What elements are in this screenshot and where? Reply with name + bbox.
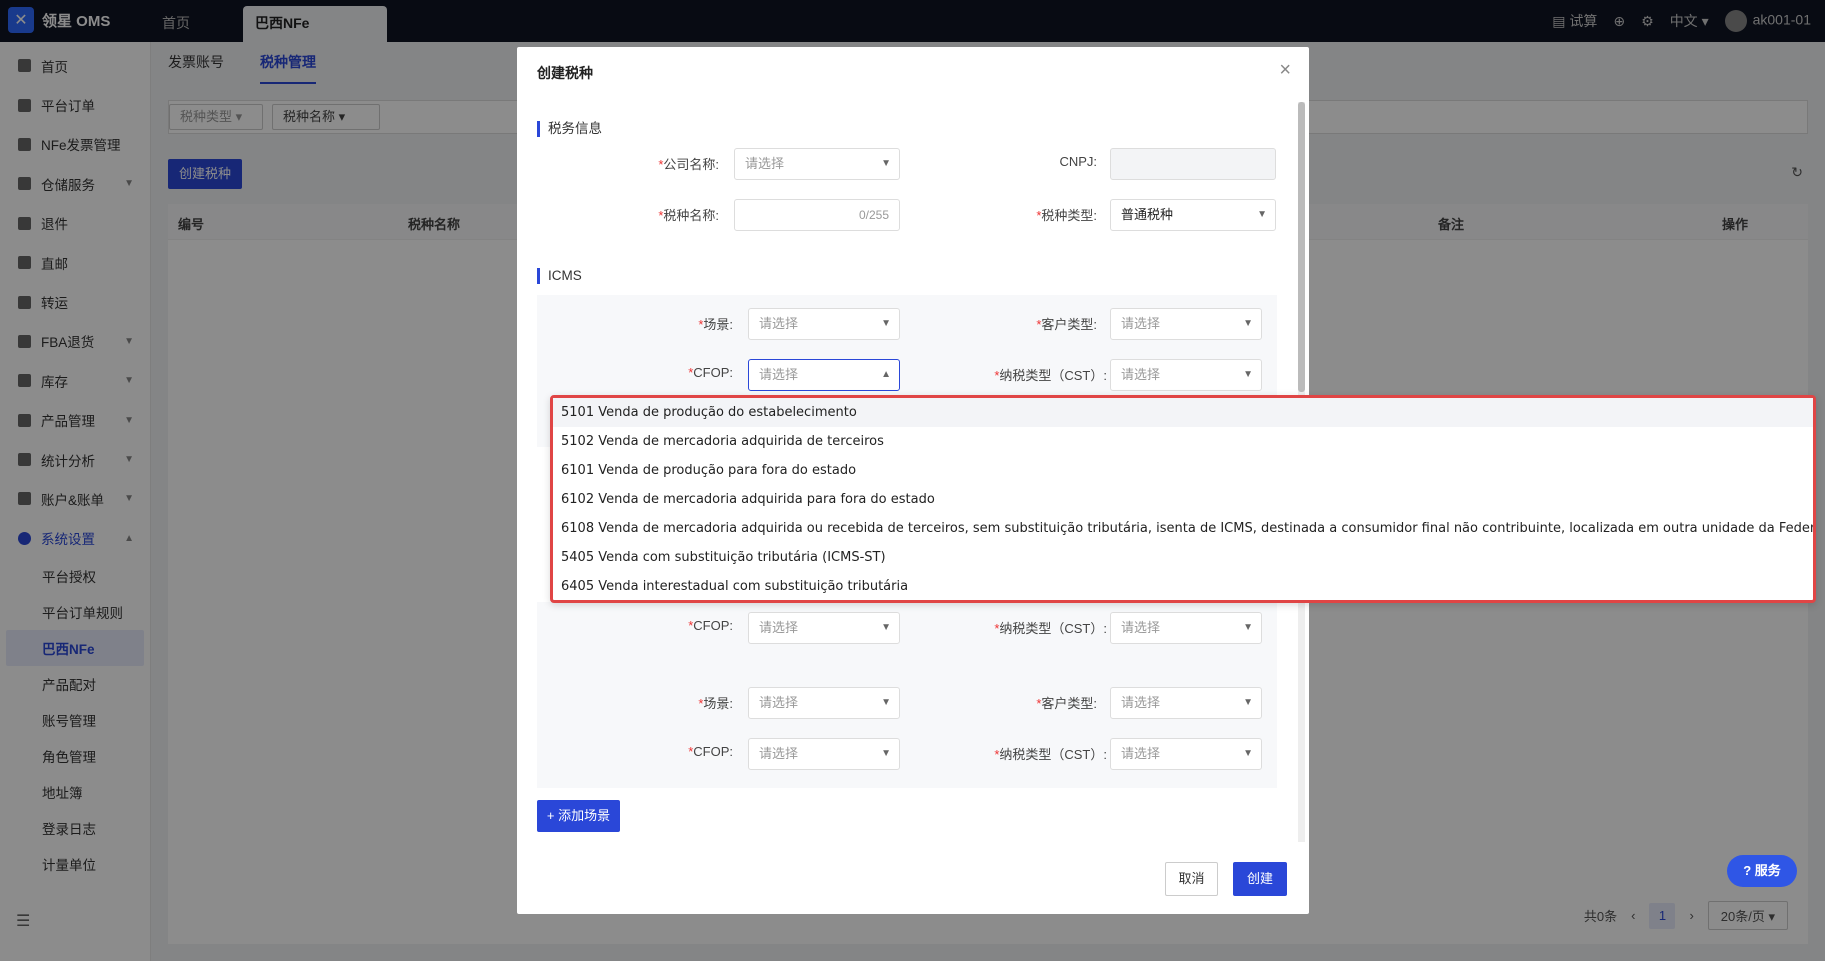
cfop-option[interactable]: 6101 Venda de produção para fora do esta… — [553, 456, 1813, 485]
chevron-up-icon: ▲ — [881, 369, 891, 380]
cst-label: *纳税类型（CST）: — [994, 747, 1107, 762]
cfop-option[interactable]: 5405 Venda com substituição tributária (… — [553, 543, 1813, 572]
cfop-option[interactable]: 5101 Venda de produção do estabeleciment… — [553, 398, 1813, 427]
service-button[interactable]: ? 服务 — [1727, 855, 1797, 887]
cfop-select[interactable]: 请选择 ▲ — [748, 359, 900, 391]
close-icon[interactable]: × — [1279, 59, 1291, 82]
company-label: *公司名称: — [658, 157, 719, 172]
char-count: 0/255 — [858, 208, 889, 222]
cfop-dropdown: 5101 Venda de produção do estabeleciment… — [550, 395, 1816, 603]
cst-label: *纳税类型（CST）: — [994, 621, 1107, 636]
cfop-option[interactable]: 6102 Venda de mercadoria adquirida para … — [553, 485, 1813, 514]
cst-label: *纳税类型（CST）: — [994, 368, 1107, 383]
scene-label: *场景: — [698, 317, 733, 332]
create-button[interactable]: 创建 — [1233, 862, 1287, 896]
cst-select[interactable]: 请选择 ▼ — [1110, 612, 1262, 644]
chevron-down-icon: ▼ — [881, 748, 891, 759]
scrollbar-thumb[interactable] — [1298, 102, 1305, 392]
cfop-option[interactable]: 6405 Venda interestadual com substituiçã… — [553, 572, 1813, 601]
tax-type-label: *税种类型: — [1036, 208, 1097, 223]
section-icms: ICMS — [537, 268, 582, 284]
chevron-down-icon: ▼ — [1243, 622, 1253, 633]
cst-select[interactable]: 请选择 ▼ — [1110, 738, 1262, 770]
chevron-down-icon: ▼ — [1243, 318, 1253, 329]
customer-type-select[interactable]: 请选择 ▼ — [1110, 687, 1262, 719]
cfop-option[interactable]: 6108 Venda de mercadoria adquirida ou re… — [553, 514, 1813, 543]
tax-type-select[interactable]: 普通税种 ▼ — [1110, 199, 1276, 231]
cfop-option[interactable]: 5102 Venda de mercadoria adquirida de te… — [553, 427, 1813, 456]
cfop-label: *CFOP: — [688, 618, 733, 633]
cancel-button[interactable]: 取消 — [1165, 862, 1218, 896]
company-select[interactable]: 请选择 ▼ — [734, 148, 900, 180]
cnpj-label: CNPJ: — [1059, 154, 1097, 169]
chevron-down-icon: ▼ — [881, 318, 891, 329]
tax-name-label: *税种名称: — [658, 208, 719, 223]
customer-type-label: *客户类型: — [1036, 696, 1097, 711]
scene-select[interactable]: 请选择 ▼ — [748, 687, 900, 719]
scene-select[interactable]: 请选择 ▼ — [748, 308, 900, 340]
chevron-down-icon: ▼ — [1257, 209, 1267, 220]
cnpj-field — [1110, 148, 1276, 180]
chevron-down-icon: ▼ — [881, 697, 891, 708]
chevron-down-icon: ▼ — [1243, 748, 1253, 759]
customer-type-label: *客户类型: — [1036, 317, 1097, 332]
scene-label: *场景: — [698, 696, 733, 711]
cst-select[interactable]: 请选择 ▼ — [1110, 359, 1262, 391]
cfop-label: *CFOP: — [688, 744, 733, 759]
chevron-down-icon: ▼ — [881, 158, 891, 169]
modal-title: 创建税种 — [537, 65, 593, 81]
cfop-select[interactable]: 请选择 ▼ — [748, 612, 900, 644]
tax-name-input[interactable]: 0/255 — [734, 199, 900, 231]
customer-type-select[interactable]: 请选择 ▼ — [1110, 308, 1262, 340]
chevron-down-icon: ▼ — [1243, 369, 1253, 380]
chevron-down-icon: ▼ — [881, 622, 891, 633]
add-scene-button[interactable]: + 添加场景 — [537, 800, 620, 832]
section-tax-info: 税务信息 — [537, 121, 602, 137]
cfop-select[interactable]: 请选择 ▼ — [748, 738, 900, 770]
cfop-label: *CFOP: — [688, 365, 733, 380]
chevron-down-icon: ▼ — [1243, 697, 1253, 708]
